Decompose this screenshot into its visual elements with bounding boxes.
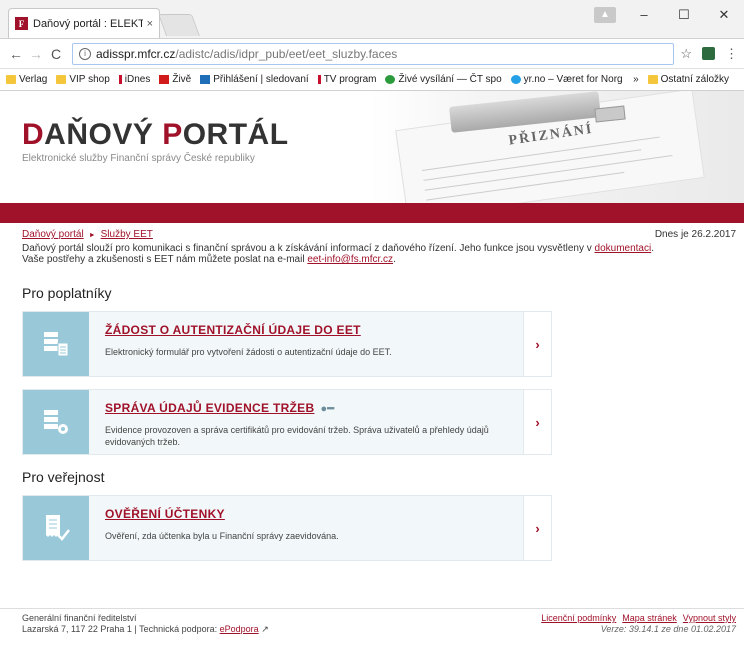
bookmark-item[interactable]: Živé vysílání — ČT spo xyxy=(385,74,502,85)
folder-icon xyxy=(56,75,67,84)
external-link-icon: ↗ xyxy=(261,624,269,634)
form-document-icon xyxy=(23,312,89,376)
idnes-icon xyxy=(118,75,122,84)
sitemap-link[interactable]: Mapa stránek xyxy=(622,613,677,623)
menu-icon[interactable]: ⋮ xyxy=(725,46,738,62)
chevron-right-icon[interactable]: › xyxy=(523,496,551,560)
folder-icon xyxy=(647,75,658,84)
card-description: Ověření, zda účtenka byla u Finanční spr… xyxy=(105,531,339,541)
user-profile-icon[interactable]: ▲ xyxy=(594,7,616,23)
bookmark-item[interactable]: Verlag xyxy=(6,74,47,85)
bookmarks-more-button[interactable]: » xyxy=(633,74,639,85)
url-input[interactable]: i adisspr.mfcr.cz/adistc/adis/idpr_pub/e… xyxy=(72,42,675,65)
bookmark-item[interactable]: Přihlášení | sledovaní xyxy=(200,74,309,85)
breadcrumb-current-link[interactable]: Služby EET xyxy=(101,229,153,240)
close-window-icon[interactable]: ✕ xyxy=(704,0,744,30)
reload-icon[interactable]: C xyxy=(46,46,66,62)
site-logo[interactable]: DAŇOVÝ PORTÁL xyxy=(22,118,289,152)
receipt-check-icon xyxy=(23,496,89,560)
breadcrumb: Daňový portál ► Služby EET xyxy=(22,229,722,243)
favicon-icon: F xyxy=(15,17,28,30)
card-receipt-verification[interactable]: OVĚŘENÍ ÚČTENKY Ověření, zda účtenka byl… xyxy=(22,495,552,561)
version-text: Verze: 39.14.1 ze dne 01.02.2017 xyxy=(600,624,736,634)
window-controls: ▲ – ☐ ✕ xyxy=(594,0,744,30)
page: DAŇOVÝ PORTÁL Elektronické služby Finanč… xyxy=(0,91,744,561)
yr-icon xyxy=(510,75,521,84)
disable-styles-link[interactable]: Vypnout styly xyxy=(683,613,736,623)
new-tab-button[interactable] xyxy=(157,14,201,36)
form-settings-icon xyxy=(23,390,89,454)
current-date: Dnes je 26.2.2017 xyxy=(654,229,736,240)
key-icon: ●━ xyxy=(320,403,335,415)
idnes-icon xyxy=(317,75,321,84)
card-description: Elektronický formulář pro vytvoření žádo… xyxy=(105,347,392,357)
card-sales-records-management[interactable]: SPRÁVA ÚDAJŮ EVIDENCE TRŽEB ●━ Evidence p… xyxy=(22,389,552,455)
tab-title: Daňový portál : ELEKTRO xyxy=(33,17,143,30)
info-icon[interactable]: i xyxy=(79,47,91,60)
other-bookmarks-folder[interactable]: Ostatní záložky xyxy=(647,74,729,85)
bookmark-item[interactable]: TV program xyxy=(317,74,376,85)
bookmark-item[interactable]: VIP shop xyxy=(56,74,110,85)
header-illustration: PŘIZNÁNÍ xyxy=(370,91,744,203)
po-icon xyxy=(200,75,211,84)
bookmark-item[interactable]: iDnes xyxy=(118,74,150,85)
email-link[interactable]: eet-info@fs.mfcr.cz xyxy=(307,254,393,265)
card-description: Evidence provozoven a správa certifikátů… xyxy=(105,425,489,447)
maximize-icon[interactable]: ☐ xyxy=(664,0,704,30)
minimize-icon[interactable]: – xyxy=(624,0,664,30)
card-authentication-request[interactable]: ŽÁDOST O AUTENTIZAČNÍ ÚDAJE DO EET Elekt… xyxy=(22,311,552,377)
bookmarks-bar: Verlag VIP shop iDnes Živě Přihlášení | sled… xyxy=(0,68,744,90)
title-bar: F Daňový portál : ELEKTRO × ▲ – ☐ ✕ xyxy=(0,0,744,38)
url-host: adisspr.mfcr.cz xyxy=(96,46,176,61)
breadcrumb-home-link[interactable]: Daňový portál xyxy=(22,229,84,240)
license-link[interactable]: Licenční podmínky xyxy=(541,613,616,623)
address-bar: ← → C i adisspr.mfcr.cz/adistc/adis/idpr… xyxy=(0,38,744,68)
card-title[interactable]: ŽÁDOST O AUTENTIZAČNÍ ÚDAJE DO EET xyxy=(105,323,507,337)
url-path: /adistc/adis/idpr_pub/eet/eet_sluzby.fac… xyxy=(175,46,398,61)
chevron-right-icon[interactable]: › xyxy=(523,312,551,376)
breadcrumb-separator-icon: ► xyxy=(88,232,96,239)
card-title[interactable]: SPRÁVA ÚDAJŮ EVIDENCE TRŽEB ●━ xyxy=(105,401,507,415)
site-subtitle: Elektronické služby Finanční správy Česk… xyxy=(22,153,255,164)
back-arrow-icon[interactable]: ← xyxy=(6,46,26,62)
bookmark-item[interactable]: Živě xyxy=(159,74,191,85)
browser-tab[interactable]: F Daňový portál : ELEKTRO × xyxy=(8,8,160,38)
section-heading-payers: Pro poplatníky xyxy=(22,285,112,301)
browser-chrome: F Daňový portál : ELEKTRO × ▲ – ☐ ✕ ← → … xyxy=(0,0,744,91)
extension-icon[interactable] xyxy=(702,47,715,60)
main-content: Daňový portál ► Služby EET Dnes je 26.2.20… xyxy=(0,223,744,561)
intro-text: Daňový portál slouží pro komunikaci s fi… xyxy=(22,243,654,265)
forward-arrow-icon[interactable]: → xyxy=(26,46,46,62)
tab-close-icon[interactable]: × xyxy=(147,18,153,30)
chevron-right-icon[interactable]: › xyxy=(523,390,551,454)
bookmark-star-icon[interactable]: ☆ xyxy=(680,46,692,62)
folder-icon xyxy=(6,75,16,84)
header-red-bar xyxy=(0,203,744,223)
ct-icon xyxy=(385,75,396,84)
support-link[interactable]: ePodpora xyxy=(220,624,259,634)
footer-links: Licenční podmínky Mapa stránek Vypnout sty… xyxy=(535,613,736,635)
documentation-link[interactable]: dokumentaci xyxy=(595,243,652,254)
zive-icon xyxy=(159,75,170,84)
bookmark-item[interactable]: yr.no – Været for Norg xyxy=(510,74,623,85)
section-heading-public: Pro veřejnost xyxy=(22,469,105,485)
site-footer: Generální finanční ředitelství Lazarská … xyxy=(0,608,744,648)
site-header: DAŇOVÝ PORTÁL Elektronické služby Finanč… xyxy=(0,91,744,203)
card-title[interactable]: OVĚŘENÍ ÚČTENKY xyxy=(105,507,507,521)
